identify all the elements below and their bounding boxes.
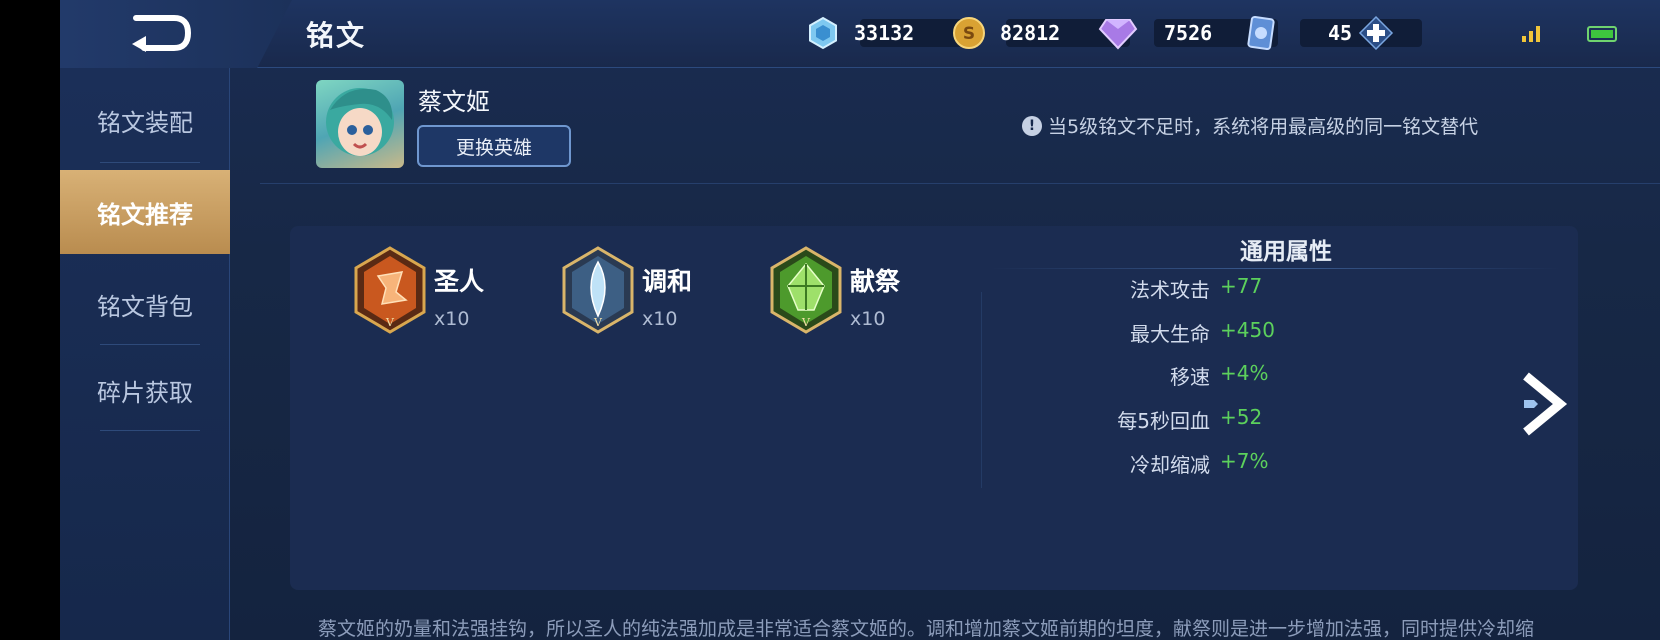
header-divider [260,183,1660,184]
rune-item[interactable]: V 圣人 x10 [352,246,484,334]
blue-card-icon [1247,16,1275,50]
rune-count: x10 [434,308,470,330]
next-arrow-icon[interactable] [1520,370,1568,438]
svg-text:V: V [385,316,395,329]
sidebar-item-rune-bag[interactable]: 铭文背包 [60,262,230,346]
attribute-row: 冷却缩减 +7% [1020,449,1420,479]
rune-item[interactable]: V 调和 x10 [560,246,692,334]
attribute-value: +450 [1220,318,1275,342]
sidebar-divider [100,162,200,163]
attribute-value: +77 [1220,274,1263,298]
rune-screen: 铭文 33132 S 82812 7526 45 铭文装配 铭文推荐 铭文背包 … [60,0,1660,640]
rune-description: 蔡文姬的奶量和法强挂钩，所以圣人的纯法强加成是非常适合蔡文姬的。调和增加蔡文姬前… [318,618,1535,640]
left-black-bar [0,0,60,640]
attribute-value: +4% [1220,361,1269,385]
sidebar-item-rune-recommend[interactable]: 铭文推荐 [60,170,230,254]
attribute-name: 移速 [1170,365,1210,389]
back-icon[interactable] [130,14,192,52]
gold-coin-icon: S [953,17,985,49]
currency-gold: S 82812 [952,16,1060,50]
hero-avatar[interactable] [316,80,404,168]
attributes-title: 通用属性 [1240,239,1332,265]
attribute-name: 冷却缩减 [1130,453,1210,477]
hex-crystal-icon [809,16,837,50]
attribute-value: +52 [1220,405,1263,429]
attribute-row: 法术攻击 +77 [1020,274,1420,304]
sidebar-item-fragments[interactable]: 碎片获取 [60,348,230,432]
rune-name: 圣人 [434,267,485,296]
add-currency-button[interactable] [1358,15,1394,51]
change-hero-button[interactable]: 更换英雄 [417,125,571,167]
attribute-name: 每5秒回血 [1117,409,1210,433]
top-bar: 铭文 33132 S 82812 7526 45 [60,0,1660,68]
attribute-name: 最大生命 [1130,322,1210,346]
sidebar-divider [100,344,200,345]
rune-sacrifice-icon: V [770,246,842,334]
rune-item[interactable]: V 献祭 x10 [768,246,900,334]
attribute-name: 法术攻击 [1130,278,1210,302]
attribute-value: +7% [1220,449,1269,473]
hero-portrait-icon [326,88,394,156]
rune-name: 献祭 [850,267,901,296]
currency-diamond: 7526 [1098,16,1212,50]
info-icon: ! [1022,115,1042,136]
attributes-title-line [990,268,1560,269]
signal-icon [1522,24,1540,42]
sidebar-item-rune-equip[interactable]: 铭文装配 [60,78,230,162]
page-title: 铭文 [306,19,367,52]
rune-harmony-icon: V [562,246,634,334]
attribute-row: 每5秒回血 +52 [1020,405,1420,435]
rune-count: x10 [642,308,678,330]
card-divider [981,292,982,488]
sidebar: 铭文装配 铭文推荐 铭文背包 碎片获取 [60,68,230,640]
purple-diamond-icon [1098,19,1138,50]
notice-text: ! 当5级铭文不足时，系统将用最高级的同一铭文替代 [1022,112,1478,139]
svg-text:V: V [801,316,811,329]
attribute-row: 最大生命 +450 [1020,318,1420,348]
rune-name: 调和 [642,267,693,296]
svg-text:V: V [593,316,603,329]
hero-name: 蔡文姬 [418,88,490,116]
rune-saint-icon: V [354,246,426,334]
sidebar-divider [100,430,200,431]
rune-count: x10 [850,308,886,330]
svg-text:S: S [963,24,975,44]
currency-crystal: 33132 [806,16,914,50]
attribute-row: 移速 +4% [1020,361,1420,391]
currency-card: 45 [1246,15,1394,51]
battery-icon [1587,26,1617,42]
